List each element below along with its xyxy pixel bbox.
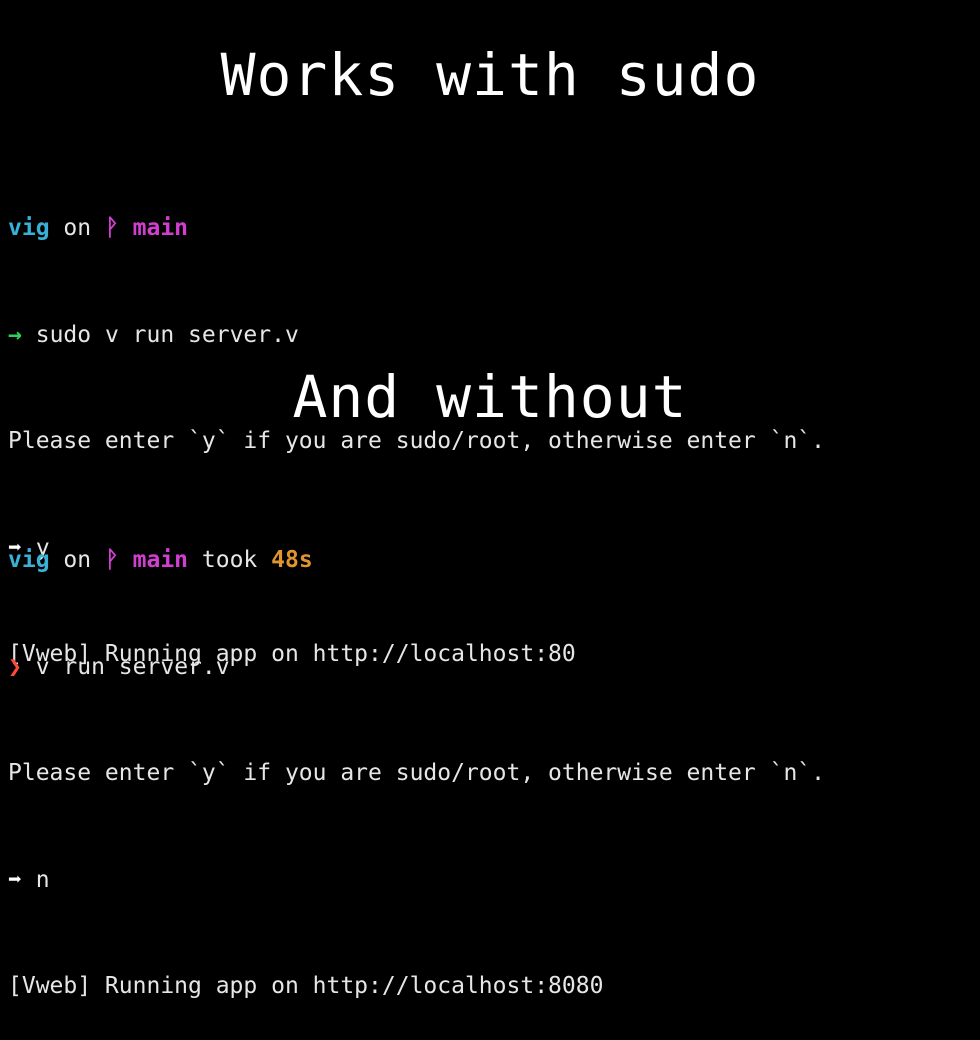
heading-and-without: And without (292, 363, 688, 431)
command-text: sudo v run server.v (35, 321, 299, 348)
output-line: [Vweb] Running app on http://localhost:8… (8, 973, 604, 999)
question-line: Please enter `y` if you are sudo/root, o… (8, 760, 825, 786)
prompt-user: vig (8, 547, 50, 573)
prompt-user: vig (8, 215, 50, 241)
prompt-arrow-icon: → (8, 321, 22, 348)
prompt-branch: main (132, 215, 189, 241)
command-line: → sudo v run server.v (8, 318, 972, 354)
prompt-line: vig on ᚹ main took 48s (8, 543, 972, 579)
git-branch-icon: ᚹ (104, 547, 119, 573)
prompt-line: vig on ᚹ main (8, 211, 972, 247)
prompt-on: on (63, 547, 92, 573)
prompt-on: on (63, 215, 92, 241)
answer-arrow-icon: ➡ (8, 866, 22, 893)
answer-line: ➡ n (8, 863, 972, 899)
command-text: v run server.v (35, 653, 230, 680)
prompt-took: took (201, 547, 258, 573)
command-line: ❯ v run server.v (8, 650, 972, 686)
terminal-session-without-sudo: vig on ᚹ main took 48s ❯ v run server.v … (8, 472, 972, 1040)
git-branch-icon: ᚹ (104, 215, 119, 241)
answer-text: n (35, 866, 50, 893)
heading-works-with-sudo: Works with sudo (220, 41, 760, 109)
prompt-duration: 48s (271, 547, 313, 573)
prompt-branch: main (132, 547, 189, 573)
prompt-chevron-icon: ❯ (8, 653, 22, 680)
